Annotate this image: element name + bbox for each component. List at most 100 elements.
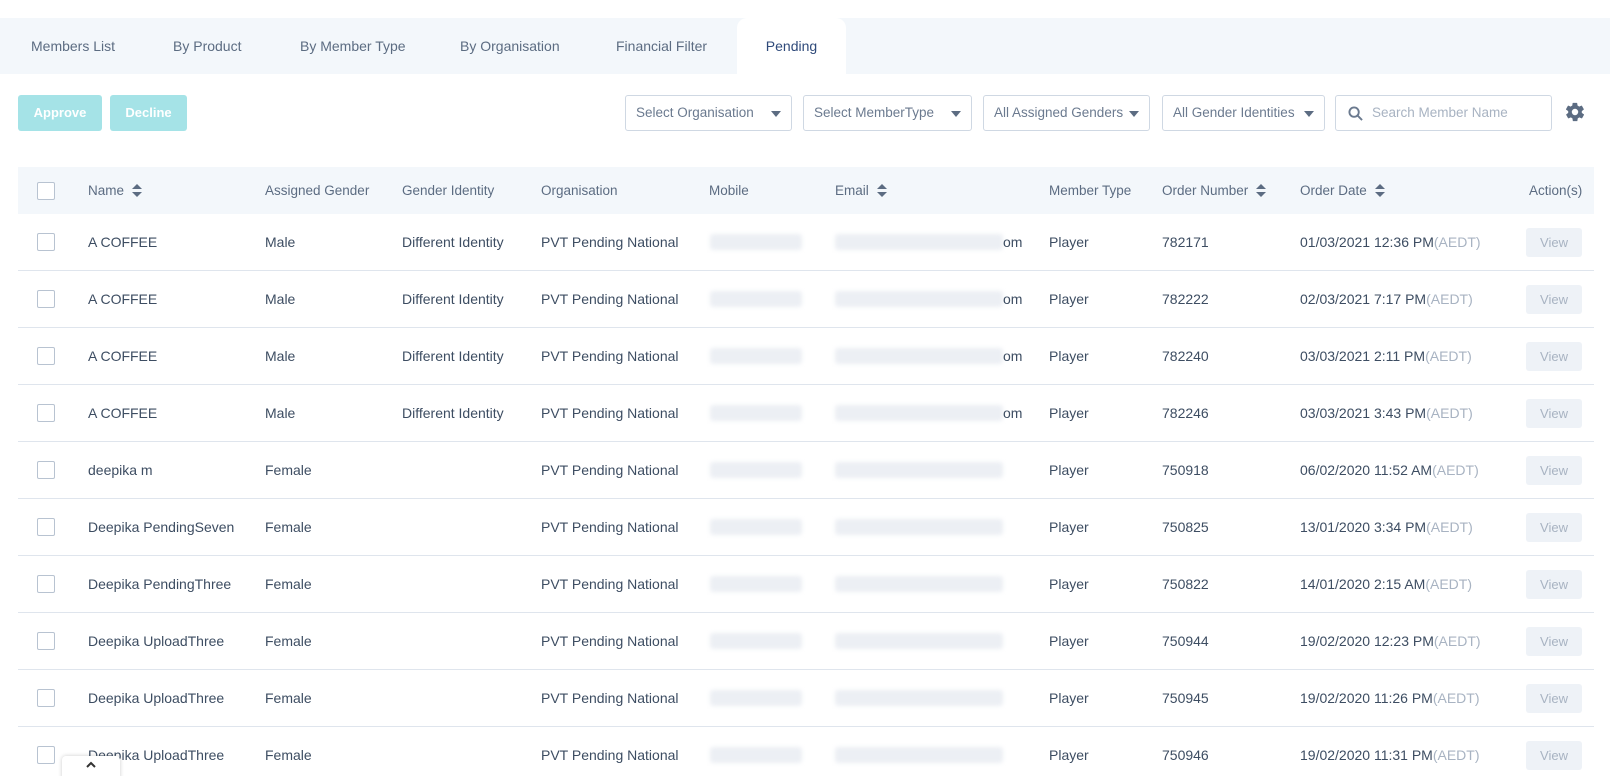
approve-button[interactable]: Approve [18,95,102,131]
cell-email-redacted [835,633,1003,649]
view-button[interactable]: View [1526,627,1582,656]
column-header-gender-identity: Gender Identity [402,183,495,198]
row-checkbox[interactable] [37,746,55,764]
membertype-select-value: Select MemberType [814,105,935,120]
column-header-order-number[interactable]: Order Number [1162,167,1267,214]
cell-member-type: Player [1049,405,1089,421]
row-checkbox[interactable] [37,233,55,251]
cell-assigned-gender: Female [265,519,312,535]
column-header-name[interactable]: Name [88,167,143,214]
cell-mobile-redacted [710,462,802,478]
cell-mobile-redacted [710,405,802,421]
cell-order-number: 750945 [1162,690,1209,706]
table-row: A COFFEE Male Different Identity PVT Pendin… [18,271,1594,328]
table-row: Deepika PendingThree Female PVT Pending Na… [18,556,1594,613]
row-checkbox[interactable] [37,575,55,593]
cell-name: A COFFEE [88,234,158,250]
cell-order-number: 782171 [1162,234,1209,250]
row-checkbox[interactable] [37,632,55,650]
cell-mobile-redacted [710,291,802,307]
cell-email-suffix: om [1003,291,1023,307]
row-checkbox[interactable] [37,518,55,536]
decline-button[interactable]: Decline [110,95,187,131]
cell-assigned-gender: Male [265,291,296,307]
view-button[interactable]: View [1526,285,1582,314]
column-header-assigned-gender: Assigned Gender [265,183,370,198]
column-header-organisation: Organisation [541,183,618,198]
view-button[interactable]: View [1526,684,1582,713]
timezone-label: (AEDT) [1433,234,1481,250]
cell-order-number: 782222 [1162,291,1209,307]
cell-name: A COFFEE [88,348,158,364]
cell-order-number: 750918 [1162,462,1209,478]
order-date-value: 13/01/2020 3:34 PM [1300,519,1427,535]
row-checkbox[interactable] [37,689,55,707]
cell-assigned-gender: Male [265,348,296,364]
assigned-genders-select[interactable]: All Assigned Genders [983,95,1150,131]
scroll-to-top-button[interactable] [62,756,120,776]
row-checkbox[interactable] [37,461,55,479]
cell-order-date: 13/01/2020 3:34 PM(AEDT) [1300,499,1473,556]
cell-email-suffix: om [1003,348,1023,364]
view-button[interactable]: View [1526,399,1582,428]
tab-pending[interactable]: Pending [737,18,846,74]
timezone-label: (AEDT) [1433,633,1481,649]
cell-name: deepika m [88,462,153,478]
cell-mobile-redacted [710,690,802,706]
cell-gender-identity: Different Identity [402,348,504,364]
row-checkbox[interactable] [37,347,55,365]
cell-member-type: Player [1049,747,1089,763]
row-checkbox[interactable] [37,290,55,308]
sort-icon [876,184,887,198]
cell-email-redacted [835,462,1003,478]
search-member-input[interactable]: Search Member Name [1335,95,1552,131]
cell-member-type: Player [1049,348,1089,364]
view-button[interactable]: View [1526,513,1582,542]
organisation-select[interactable]: Select Organisation [625,95,792,131]
timezone-label: (AEDT) [1432,690,1480,706]
cell-mobile-redacted [710,348,802,364]
view-button[interactable]: View [1526,456,1582,485]
chevron-up-icon [86,761,96,768]
timezone-label: (AEDT) [1426,291,1473,307]
row-checkbox[interactable] [37,404,55,422]
table-header: Name Assigned Gender Gender Identity Org… [18,167,1594,214]
tab-by-product[interactable]: By Product [173,18,241,74]
chevron-down-icon [771,111,781,117]
tab-financial-filter[interactable]: Financial Filter [616,18,707,74]
tab-by-organisation[interactable]: By Organisation [460,18,560,74]
cell-order-date: 02/03/2021 7:17 PM(AEDT) [1300,271,1473,328]
column-header-member-type: Member Type [1049,183,1132,198]
cell-order-date: 01/03/2021 12:36 PM(AEDT) [1300,214,1481,271]
sort-icon [1374,184,1385,198]
assigned-genders-select-value: All Assigned Genders [994,105,1124,120]
column-header-order-date[interactable]: Order Date [1300,167,1385,214]
view-button[interactable]: View [1526,741,1582,770]
cell-assigned-gender: Female [265,747,312,763]
gender-identities-select[interactable]: All Gender Identities [1162,95,1325,131]
view-button[interactable]: View [1526,342,1582,371]
cell-name: A COFFEE [88,291,158,307]
cell-organisation: PVT Pending National [541,234,679,250]
cell-member-type: Player [1049,234,1089,250]
tab-members-list[interactable]: Members List [31,18,115,74]
view-button[interactable]: View [1526,228,1582,257]
cell-email-redacted [835,405,1003,421]
cell-order-date: 06/02/2020 11:52 AM(AEDT) [1300,442,1479,499]
organisation-select-value: Select Organisation [636,105,754,120]
cell-name: Deepika PendingThree [88,576,232,592]
cell-order-date: 19/02/2020 11:31 PM(AEDT) [1300,727,1480,776]
gear-icon[interactable] [1564,101,1586,123]
cell-name: Deepika PendingSeven [88,519,235,535]
tab-by-member-type[interactable]: By Member Type [300,18,406,74]
order-date-value: 06/02/2020 11:52 AM [1300,462,1433,478]
membertype-select[interactable]: Select MemberType [803,95,972,131]
cell-order-number: 750946 [1162,747,1209,763]
cell-email-redacted [835,519,1003,535]
cell-organisation: PVT Pending National [541,405,679,421]
select-all-checkbox[interactable] [37,182,55,200]
cell-gender-identity: Different Identity [402,291,504,307]
column-header-email[interactable]: Email [835,167,887,214]
view-button[interactable]: View [1526,570,1582,599]
search-placeholder: Search Member Name [1372,105,1508,120]
